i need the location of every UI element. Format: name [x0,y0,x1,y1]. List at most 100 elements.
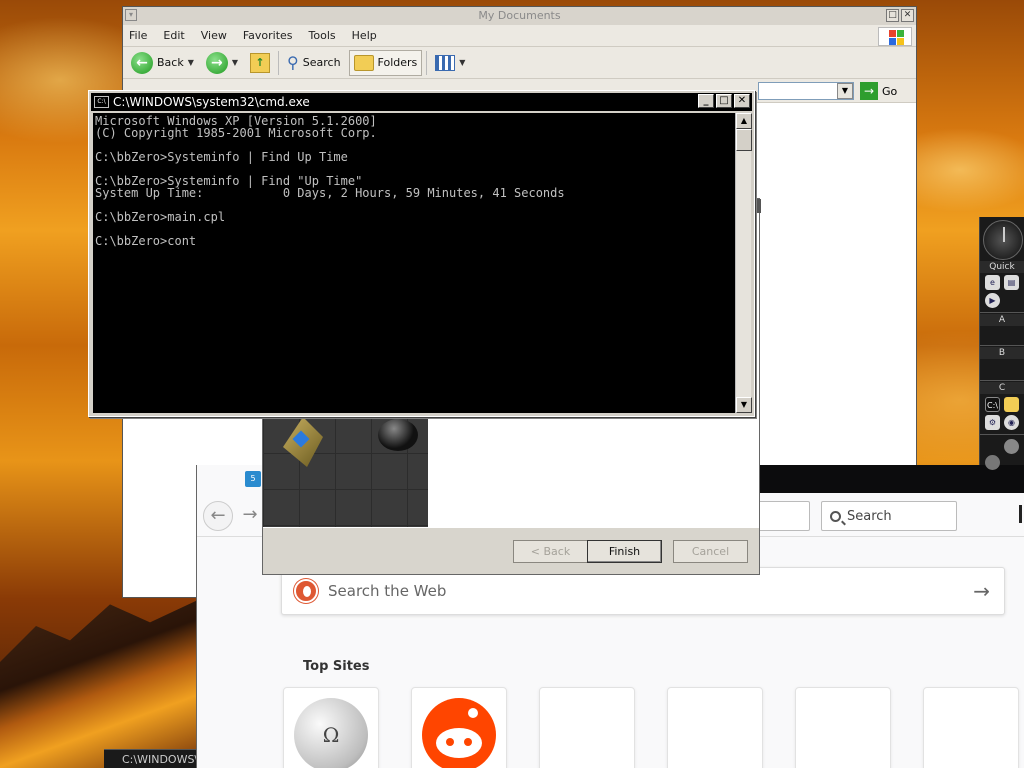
address-dropdown-icon[interactable]: ▼ [837,83,853,99]
slit-label-a: A [980,314,1024,326]
go-arrow-icon: → [860,82,878,100]
explorer-menubar: File Edit View Favorites Tools Help [123,25,916,47]
maximize-button[interactable]: □ [886,9,899,22]
top-site-empty[interactable] [667,687,763,768]
chevron-down-icon[interactable]: ▼ [232,58,238,67]
top-site-empty[interactable] [539,687,635,768]
slit-separator [980,434,1024,435]
tab-favicon-icon: 5 [245,471,261,487]
top-sites-heading: Top Sites [303,659,370,674]
wizard-button-bar: < Back Finish Cancel [263,527,759,574]
top-site-empty[interactable] [923,687,1019,768]
ball-icon[interactable] [985,455,1000,470]
ddg-placeholder: Search the Web [328,582,447,600]
overflow-menu-icon[interactable] [1019,505,1022,523]
system-menu-icon[interactable]: ▾ [125,9,137,21]
settings-icon[interactable]: ⚙ [985,415,1000,430]
ie-icon[interactable]: e [985,275,1000,290]
scroll-down-icon[interactable]: ▼ [736,397,752,413]
explorer-title: My Documents [478,9,561,22]
ball-icon[interactable] [1004,439,1019,454]
menu-tools[interactable]: Tools [309,29,336,42]
views-button[interactable]: ▼ [431,50,469,76]
console-line: C:\bbZero>cont [95,234,197,248]
go-button[interactable]: → Go [860,82,897,100]
search-button[interactable]: ⚲ Search [283,50,345,76]
console-line: C:\bbZero>main.cpl [95,210,226,224]
bbzero-slit: Quick e ▤ ▶ A B C C:\ ⚙ ◉ [979,217,1024,470]
forward-arrow-icon: → [205,51,228,74]
finish-button[interactable]: Finish [587,540,662,563]
scroll-thumb[interactable] [736,129,752,151]
top-site-reddit[interactable] [411,687,507,768]
back-button[interactable]: ← Back ▼ [127,50,198,76]
forward-arrow-icon[interactable]: → [235,501,265,531]
menu-help[interactable]: Help [352,29,377,42]
chevron-down-icon[interactable]: ▼ [188,58,194,67]
menu-edit[interactable]: Edit [163,29,184,42]
duckduckgo-icon [294,579,318,603]
back-button[interactable]: < Back [513,540,588,563]
go-label: Go [882,84,898,98]
wizard-banner-image [263,417,428,527]
console-line: C:\bbZero>Systeminfo | Find Up Time [95,150,348,164]
up-folder-button[interactable]: ↑ [246,50,274,76]
back-arrow-icon: ← [131,51,153,74]
cancel-button[interactable]: Cancel [673,540,748,563]
search-icon: ⚲ [287,53,299,72]
globe-icon[interactable]: ◉ [1004,415,1019,430]
search-input[interactable]: Search [821,501,957,531]
cmd-console-output[interactable]: Microsoft Windows XP [Version 5.1.2600](… [93,113,735,413]
explorer-window-buttons: □ ✕ [886,9,914,22]
gem-icon [283,417,323,467]
slit-label-c: C [980,382,1024,394]
documents-icon[interactable]: ▤ [1004,275,1019,290]
explorer-titlebar[interactable]: ▾ My Documents □ ✕ [123,7,916,25]
chevron-down-icon[interactable]: ▼ [459,58,465,67]
reddit-icon [422,698,496,768]
folder-icon[interactable] [1004,397,1019,412]
clock-icon [983,220,1023,260]
top-site-wikipedia[interactable]: Ω [283,687,379,768]
slit-label-quick: Quick [980,261,1024,273]
menu-favorites[interactable]: Favorites [243,29,293,42]
explorer-toolbar: ← Back ▼ → ▼ ↑ ⚲ Search Folders ▼ [123,47,916,79]
console-line: (C) Copyright 1985-2001 Microsoft Corp. [95,126,377,140]
arrow-right-icon[interactable]: → [973,579,990,603]
back-arrow-icon[interactable]: ← [203,501,233,531]
scroll-up-icon[interactable]: ▲ [736,113,752,129]
cmd-window: C:\ C:\WINDOWS\system32\cmd.exe _ □ ✕ Mi… [88,90,755,417]
close-button[interactable]: ✕ [734,94,750,108]
cmd-icon[interactable]: C:\ [94,96,109,108]
firefox-tab[interactable]: 5 [197,465,265,493]
search-placeholder: Search [847,508,892,524]
cmd-scrollbar[interactable]: ▲ ▼ [735,113,752,413]
close-button[interactable]: ✕ [901,9,914,22]
toolbar-separator [278,50,280,75]
media-player-icon[interactable]: ▶ [985,293,1000,308]
slit-label-b: B [980,347,1024,359]
folders-button[interactable]: Folders [348,49,423,76]
cmd-icon[interactable]: C:\ [985,397,1000,412]
minimize-button[interactable]: _ [698,94,714,108]
folders-label: Folders [377,56,418,69]
ball-icon [378,419,418,451]
maximize-button[interactable]: □ [716,94,732,108]
back-label: Back [157,56,184,69]
menu-file[interactable]: File [129,29,147,42]
taskbar-cmd-button[interactable]: C:\WINDOWS\ [104,749,196,768]
up-folder-icon: ↑ [250,52,271,73]
views-icon [435,54,456,71]
search-icon [830,510,841,522]
forward-button[interactable]: → ▼ [202,50,242,76]
console-line: System Up Time: 0 Days, 2 Hours, 59 Minu… [95,186,565,200]
menu-view[interactable]: View [201,29,227,42]
top-site-empty[interactable] [795,687,891,768]
cmd-title: C:\WINDOWS\system32\cmd.exe [113,95,310,109]
slit-separator [980,345,1024,346]
folder-icon [353,54,374,71]
cmd-titlebar[interactable]: C:\ C:\WINDOWS\system32\cmd.exe _ □ ✕ [91,93,752,111]
toolbar-separator [426,50,428,75]
search-label: Search [302,56,341,69]
slit-separator [980,380,1024,381]
